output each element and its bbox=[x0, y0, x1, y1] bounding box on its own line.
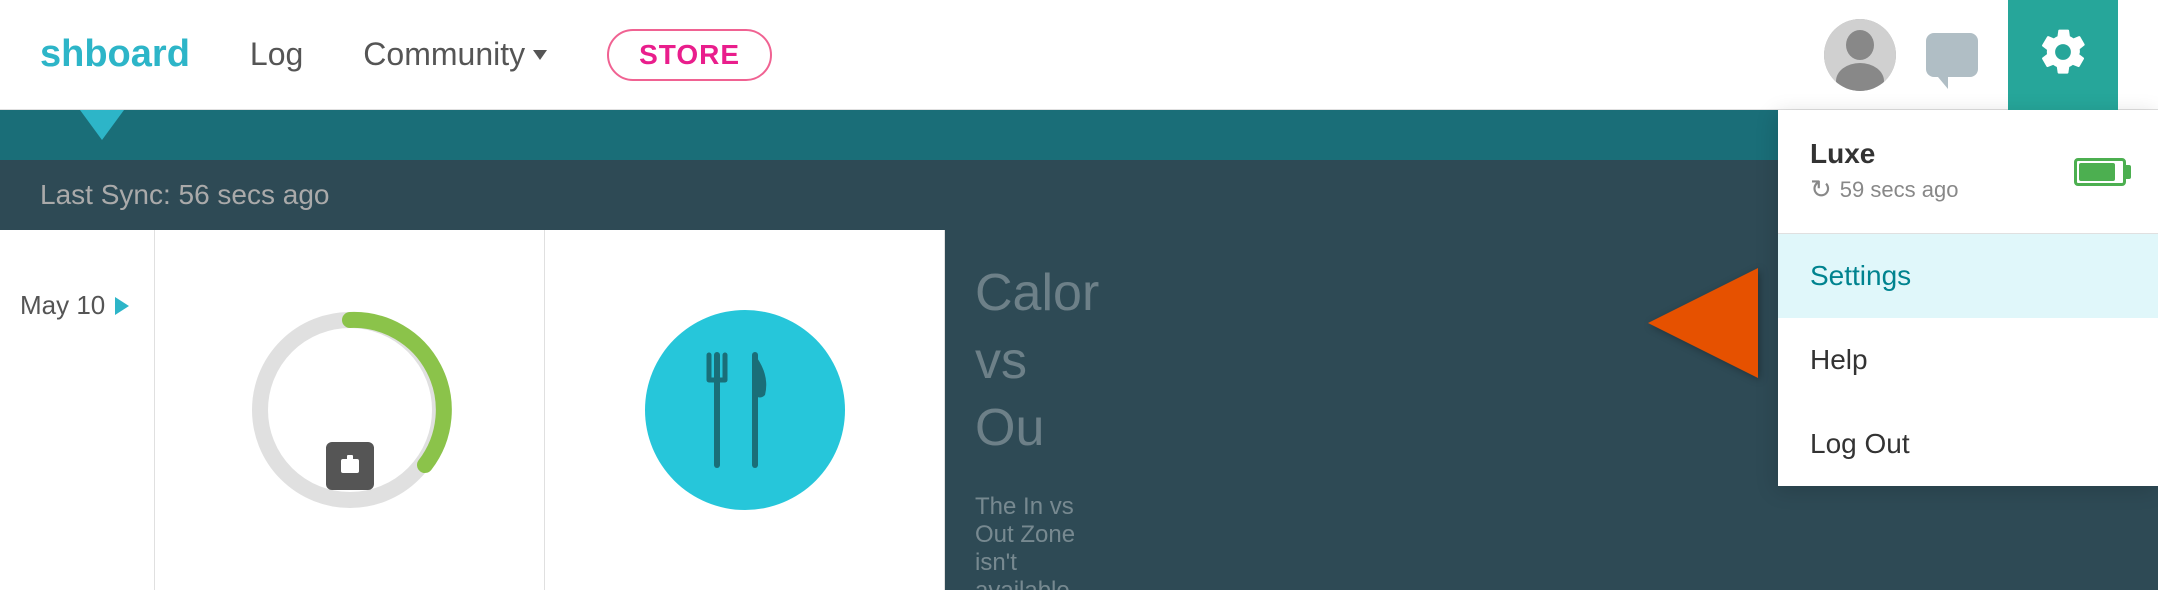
user-avatar[interactable] bbox=[1824, 19, 1896, 91]
battery-fill bbox=[2079, 163, 2115, 181]
nav-dashboard[interactable]: shboard bbox=[40, 33, 190, 76]
activity-gauge bbox=[240, 300, 460, 520]
date-navigator[interactable]: May 10 bbox=[20, 290, 134, 321]
device-row: Luxe ↻ 59 secs ago bbox=[1778, 110, 2158, 234]
sync-arrow-icon: ↻ bbox=[1810, 174, 1832, 205]
gear-icon bbox=[2036, 25, 2090, 84]
logout-menu-item[interactable]: Log Out bbox=[1778, 402, 2158, 486]
activity-card bbox=[155, 230, 545, 590]
help-menu-item[interactable]: Help bbox=[1778, 318, 2158, 402]
settings-button[interactable] bbox=[2008, 0, 2118, 110]
date-label: May 10 bbox=[20, 290, 105, 321]
header-right bbox=[1824, 0, 2118, 110]
next-date-chevron[interactable] bbox=[115, 297, 129, 315]
header: shboard Log Community STORE bbox=[0, 0, 2158, 110]
sync-status: Last Sync: 56 secs ago bbox=[40, 179, 330, 211]
nav-indicator bbox=[80, 110, 124, 140]
battery-icon bbox=[2074, 158, 2126, 186]
scale-icon bbox=[326, 442, 374, 490]
meal-card bbox=[545, 230, 945, 590]
arrow-pointer-icon bbox=[1648, 268, 1758, 378]
calorie-card: Calor vs Ou The In vs Out Zone isn't ava… bbox=[945, 230, 1120, 590]
calorie-note: The In vs Out Zone isn't available bbox=[975, 493, 1090, 590]
device-name: Luxe bbox=[1810, 138, 2058, 170]
sync-bar: Last Sync: 56 secs ago bbox=[0, 160, 1120, 230]
settings-dropdown: Luxe ↻ 59 secs ago Settings Help Log Out bbox=[1778, 110, 2158, 486]
calorie-title: Calor vs Ou bbox=[975, 260, 1090, 463]
store-button[interactable]: STORE bbox=[607, 29, 772, 81]
device-sync-time: ↻ 59 secs ago bbox=[1810, 174, 2058, 205]
nav-items: shboard Log Community STORE bbox=[40, 29, 1824, 81]
cards-row: May 10 bbox=[0, 230, 1120, 590]
sub-header-bar bbox=[0, 110, 1120, 160]
settings-menu-item[interactable]: Settings bbox=[1778, 234, 2158, 318]
device-info: Luxe ↻ 59 secs ago bbox=[1810, 138, 2058, 205]
date-card: May 10 bbox=[0, 230, 155, 590]
chevron-down-icon bbox=[533, 50, 547, 60]
nav-log[interactable]: Log bbox=[250, 36, 303, 73]
page-wrapper: shboard Log Community STORE bbox=[0, 0, 2158, 590]
nav-community[interactable]: Community bbox=[363, 36, 547, 73]
nav-community-label: Community bbox=[363, 36, 525, 73]
meal-circle bbox=[645, 310, 845, 510]
chat-icon-button[interactable] bbox=[1916, 19, 1988, 91]
chat-bubble-icon bbox=[1926, 33, 1978, 77]
